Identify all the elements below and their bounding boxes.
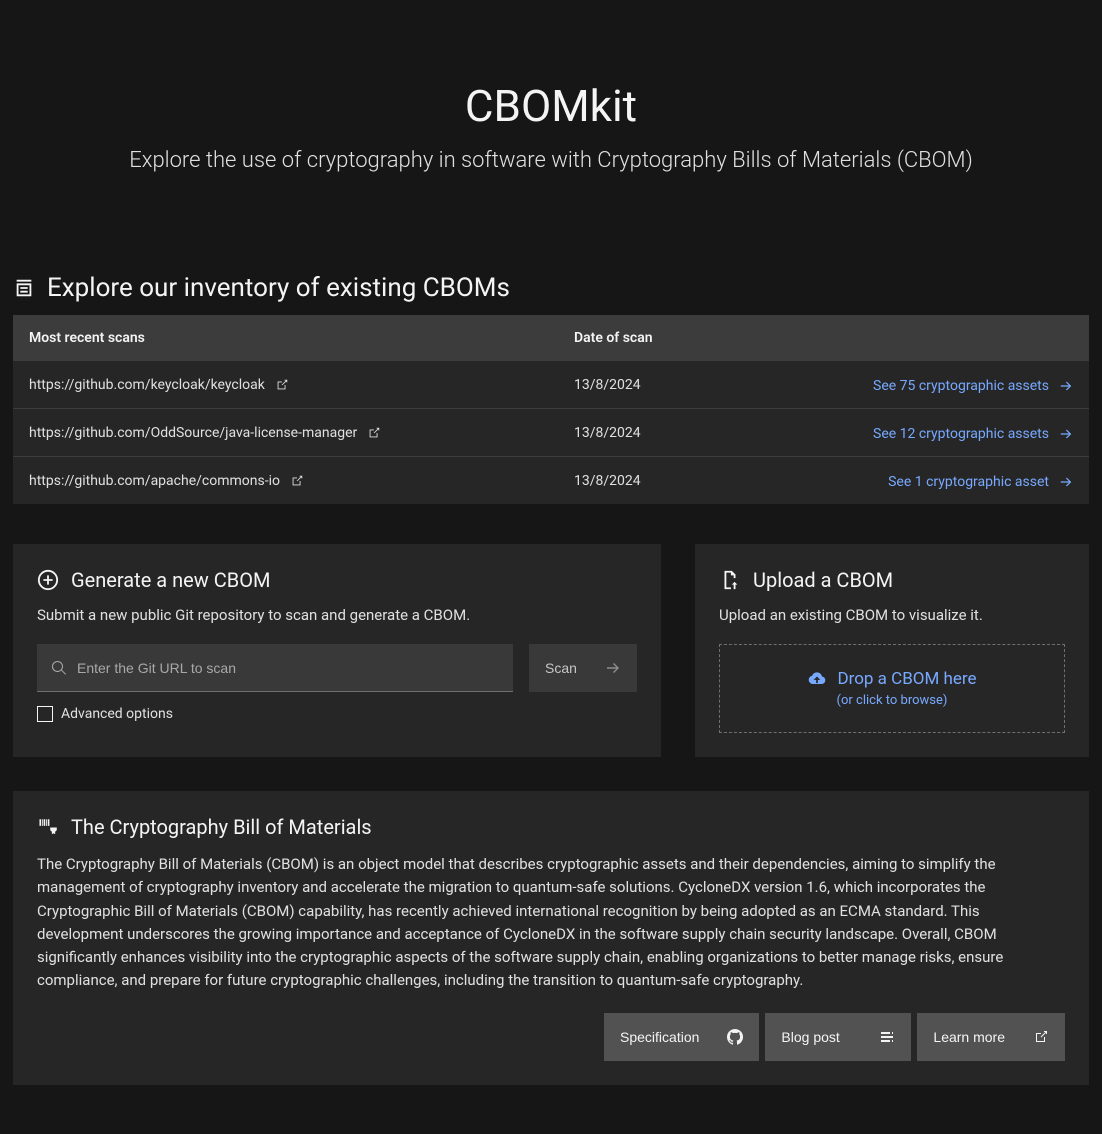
blog-icon <box>879 1029 895 1045</box>
arrow-right-icon <box>1059 379 1073 393</box>
scan-date: 13/8/2024 <box>574 425 834 441</box>
col-date-scan: Date of scan <box>574 330 1073 346</box>
blog-post-button[interactable]: Blog post <box>765 1013 911 1061</box>
scan-date: 13/8/2024 <box>574 473 834 489</box>
specification-button[interactable]: Specification <box>604 1013 759 1061</box>
repo-url[interactable]: https://github.com/keycloak/keycloak <box>29 377 265 393</box>
generate-desc: Submit a new public Git repository to sc… <box>37 606 637 624</box>
upload-drop-zone[interactable]: Drop a CBOM here (or click to browse) <box>719 644 1065 733</box>
shield-barcode-icon <box>37 816 59 838</box>
generate-heading: Generate a new CBOM <box>71 568 270 592</box>
upload-desc: Upload an existing CBOM to visualize it. <box>719 606 1065 624</box>
table-header: Most recent scans Date of scan <box>13 315 1089 361</box>
info-description: The Cryptography Bill of Materials (CBOM… <box>37 853 1065 993</box>
scan-button[interactable]: Scan <box>529 644 637 692</box>
info-card: The Cryptography Bill of Materials The C… <box>13 791 1089 1085</box>
plus-circle-icon <box>37 569 59 591</box>
external-link-icon <box>367 426 381 440</box>
list-icon <box>13 277 35 299</box>
advanced-checkbox-input[interactable] <box>37 706 53 722</box>
see-assets-link[interactable]: See 75 cryptographic assets <box>873 378 1073 394</box>
upload-cbom-card: Upload a CBOM Upload an existing CBOM to… <box>695 544 1089 757</box>
external-link-icon <box>275 378 289 392</box>
file-upload-icon <box>719 569 741 591</box>
learn-more-button[interactable]: Learn more <box>917 1013 1065 1061</box>
see-assets-link[interactable]: See 12 cryptographic assets <box>873 426 1073 442</box>
col-recent-scans: Most recent scans <box>29 330 574 346</box>
advanced-options-checkbox[interactable]: Advanced options <box>37 706 637 722</box>
generate-cbom-card: Generate a new CBOM Submit a new public … <box>13 544 661 757</box>
git-url-input[interactable] <box>77 660 499 676</box>
repo-url[interactable]: https://github.com/apache/commons-io <box>29 473 280 489</box>
arrow-right-icon <box>1059 475 1073 489</box>
inventory-table: Most recent scans Date of scan https://g… <box>13 315 1089 504</box>
page-title: CBOMkit <box>13 80 1089 132</box>
info-heading: The Cryptography Bill of Materials <box>71 815 372 839</box>
see-assets-link[interactable]: See 1 cryptographic asset <box>888 474 1073 490</box>
hero-section: CBOMkit Explore the use of cryptography … <box>13 0 1089 273</box>
external-link-icon <box>1033 1029 1049 1045</box>
github-icon <box>727 1029 743 1045</box>
external-link-icon <box>290 474 304 488</box>
arrow-right-icon <box>1059 427 1073 441</box>
table-row[interactable]: https://github.com/OddSource/java-licens… <box>13 409 1089 457</box>
scan-date: 13/8/2024 <box>574 377 834 393</box>
search-icon <box>51 660 67 676</box>
git-url-input-wrap[interactable] <box>37 644 513 692</box>
upload-heading: Upload a CBOM <box>753 568 893 592</box>
inventory-heading: Explore our inventory of existing CBOMs <box>13 273 1089 303</box>
repo-url[interactable]: https://github.com/OddSource/java-licens… <box>29 425 357 441</box>
table-row[interactable]: https://github.com/keycloak/keycloak 13/… <box>13 361 1089 409</box>
page-subtitle: Explore the use of cryptography in softw… <box>13 148 1089 173</box>
arrow-right-icon <box>605 660 621 676</box>
cloud-upload-icon <box>807 669 827 689</box>
table-row[interactable]: https://github.com/apache/commons-io 13/… <box>13 457 1089 504</box>
